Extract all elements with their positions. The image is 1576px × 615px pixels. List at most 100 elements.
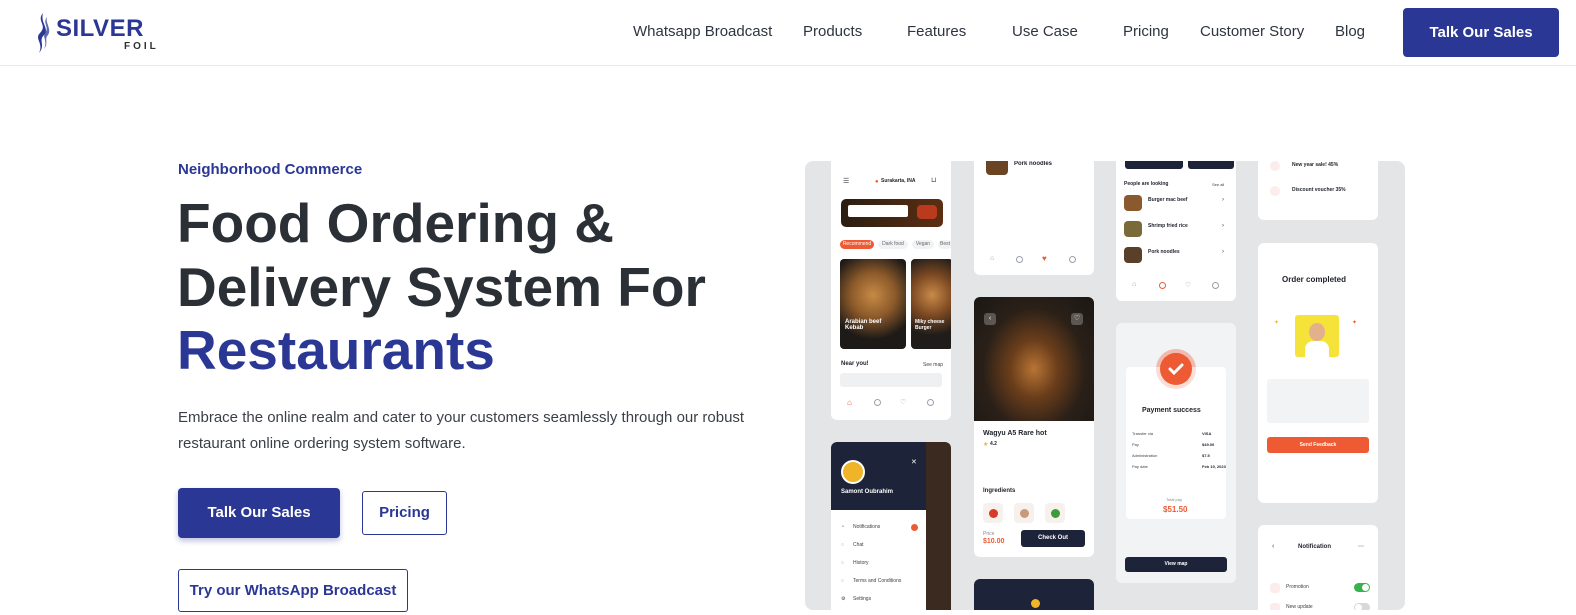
home-nav-icon[interactable]: ⌂ <box>1132 281 1136 288</box>
nav-features[interactable]: Features <box>907 23 966 40</box>
shrimp-thumb <box>1124 221 1142 237</box>
home-location: Surakarta, INA <box>881 178 916 184</box>
app-screens-collage: ☰ ● Surakarta, INA ⊔ Recommend Dark food… <box>805 161 1405 610</box>
profile-nav-icon[interactable] <box>927 399 934 406</box>
search-nav-icon[interactable] <box>1016 256 1023 263</box>
order-completed-mockup: Order completed ✦ ✦ Send Feedback <box>1258 243 1378 503</box>
home-nav-icon[interactable]: ⌂ <box>990 255 994 262</box>
promo-item-1[interactable]: New year sale! 45% <box>1292 162 1338 168</box>
total-amount: $51.50 <box>1163 505 1188 514</box>
nav-use-case[interactable]: Use Case <box>1012 23 1078 40</box>
chip-dark-food[interactable]: Dark food <box>878 240 908 249</box>
pay-row-1-label: Transfer via <box>1132 431 1153 436</box>
profile-name: Samont Oubrahim <box>841 489 894 495</box>
header-talk-sales-button[interactable]: Talk Our Sales <box>1403 8 1559 57</box>
view-map-button[interactable]: View map <box>1125 557 1227 572</box>
logo-subtext: FOIL <box>124 41 159 52</box>
profile-drawer-mockup: ✕ Samont Oubrahim ◔ Notifications ◌ Chat… <box>831 442 951 610</box>
map-preview <box>840 373 942 387</box>
notification-settings-mockup: ‹ Notification ⋯ Promotion New update <box>1258 525 1378 610</box>
menu-terms[interactable]: Terms and Conditions <box>853 578 901 584</box>
chip-best[interactable]: Best <box>938 240 951 249</box>
burger-photo <box>911 259 951 349</box>
menu-notifications[interactable]: Notifications <box>853 524 880 530</box>
looking-item-1[interactable]: Burger mac beef <box>1148 197 1187 203</box>
cart-icon: ⊔ <box>931 177 937 184</box>
talk-sales-button[interactable]: Talk Our Sales <box>178 488 340 538</box>
promotion-icon <box>1270 583 1280 593</box>
dish-detail-mockup: ‹ ♡ Wagyu A5 Rare hot ★ 4.2 Ingredients … <box>974 297 1094 557</box>
heart-nav-icon[interactable]: ♥ <box>1042 254 1047 263</box>
silver-foil-logo[interactable]: SILVER FOIL <box>34 11 164 55</box>
notif-item-update: New update <box>1286 604 1313 610</box>
bell-icon: ◔ <box>841 524 845 530</box>
looking-item-3[interactable]: Pork noodles <box>1148 249 1180 255</box>
send-feedback-button[interactable]: Send Feedback <box>1267 437 1369 453</box>
chip-vegan[interactable]: Vegan <box>912 240 934 249</box>
avatar <box>841 460 865 484</box>
menu-chat[interactable]: Chat <box>853 542 864 548</box>
hero-description: Embrace the online realm and cater to yo… <box>178 409 745 452</box>
nav-customer-story[interactable]: Customer Story <box>1200 23 1304 40</box>
nav-whatsapp-broadcast[interactable]: Whatsapp Broadcast <box>633 23 772 40</box>
chat-icon: ◌ <box>841 542 844 548</box>
nav-products[interactable]: Products <box>803 23 862 40</box>
ingredients-heading: Ingredients <box>983 488 1016 494</box>
close-icon[interactable]: ✕ <box>911 458 917 466</box>
chevron-right-icon[interactable]: › <box>1222 197 1224 203</box>
chevron-right-icon[interactable]: › <box>1222 223 1224 229</box>
heart-nav-icon[interactable]: ♡ <box>1185 281 1191 289</box>
tag-icon <box>1270 186 1280 196</box>
search-nav-icon[interactable] <box>874 399 881 406</box>
nav-pricing[interactable]: Pricing <box>1123 23 1169 40</box>
promotion-toggle[interactable] <box>1354 583 1370 592</box>
pricing-button[interactable]: Pricing <box>362 491 447 535</box>
star-icon: ★ <box>983 442 989 448</box>
profile-nav-icon[interactable] <box>1212 282 1219 289</box>
pay-row-2-value: $49.00 <box>1202 442 1215 447</box>
pay-row-4-value: Feb 19, 2023 <box>1202 464 1226 469</box>
map-screen-mockup <box>974 579 1094 610</box>
back-icon[interactable]: ‹ <box>1272 543 1274 550</box>
pay-row-2-label: Pay <box>1132 442 1139 447</box>
home-nav-icon[interactable]: ⌂ <box>847 398 852 407</box>
promo-item-2[interactable]: Discount voucher 35% <box>1292 187 1346 193</box>
flame-logo-icon <box>38 13 50 53</box>
favorite-icon[interactable]: ♡ <box>1071 313 1083 325</box>
dish-name: Wagyu A5 Rare hot <box>983 430 1047 437</box>
settings-icon: ⚙ <box>841 596 846 602</box>
onion-icon <box>1014 503 1034 523</box>
back-icon[interactable]: ‹ <box>984 313 996 325</box>
update-toggle[interactable] <box>1354 603 1370 610</box>
chip-recommend[interactable]: Recommend <box>840 240 874 249</box>
confetti-icon: ✦ <box>1274 320 1280 326</box>
pay-row-3-label: Administration <box>1132 453 1158 458</box>
menu-icon: ☰ <box>843 178 850 185</box>
see-map-link[interactable]: See map <box>923 362 943 368</box>
noodles-thumb <box>986 161 1008 175</box>
kebab-photo <box>840 259 906 349</box>
see-all-link[interactable]: See all <box>1212 182 1224 187</box>
looking-item-2[interactable]: Shrimp fried rice <box>1148 223 1188 229</box>
nav-blog[interactable]: Blog <box>1335 23 1365 40</box>
promo-banner <box>841 199 943 227</box>
payment-success-mockup: Payment success Transfer via VISA Pay $4… <box>1116 323 1236 583</box>
menu-settings[interactable]: Settings <box>853 596 871 602</box>
dish-rating: 4.2 <box>990 441 997 447</box>
heart-nav-icon[interactable]: ♡ <box>900 398 906 406</box>
update-icon <box>1270 603 1280 610</box>
more-icon[interactable]: ⋯ <box>1358 543 1364 550</box>
promo-list-mockup: New year sale! 45% Discount voucher 35% <box>1258 161 1378 220</box>
dish-price: $10.00 <box>983 538 1005 545</box>
checkout-button[interactable]: Check Out <box>1021 530 1085 547</box>
popular-list-mockup: People are looking See all Burger mac be… <box>1116 161 1236 301</box>
profile-nav-icon[interactable] <box>1069 256 1076 263</box>
search-nav-icon[interactable] <box>1159 282 1166 289</box>
payment-status: Payment success <box>1142 407 1201 414</box>
feedback-input[interactable] <box>1267 379 1369 423</box>
pay-row-4-label: Pay date <box>1132 464 1148 469</box>
menu-history[interactable]: History <box>853 560 869 566</box>
whatsapp-broadcast-button[interactable]: Try our WhatsApp Broadcast <box>178 569 408 612</box>
chevron-right-icon[interactable]: › <box>1222 249 1224 255</box>
favorites-screen-mockup: Pork noodles ♥ ⌂ ♥ <box>974 161 1094 275</box>
